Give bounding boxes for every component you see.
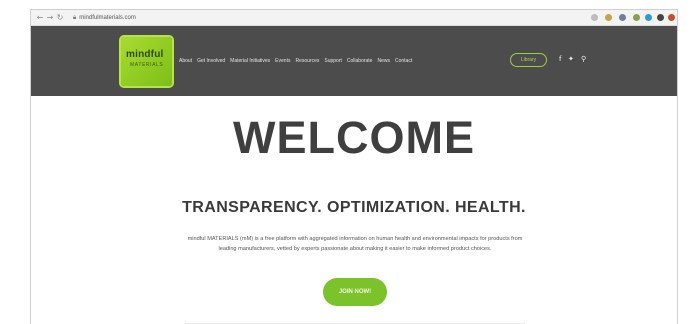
extension-icon[interactable] (657, 14, 664, 21)
browser-window: ← → ↻ 🔒︎ mindfulmaterials.com mindful MA… (30, 9, 678, 324)
join-now-button[interactable]: JOIN NOW! (323, 278, 387, 306)
main-nav: About Get Involved Material Initiatives … (179, 58, 412, 64)
search-icon[interactable]: ⚲ (581, 55, 586, 63)
lock-icon: 🔒︎ (73, 13, 77, 21)
nav-item-support[interactable]: Support (324, 58, 342, 64)
extension-icon[interactable] (619, 14, 626, 21)
site-header: mindful MATERIALS About Get Involved Mat… (31, 26, 677, 96)
logo-text: mindful (126, 49, 164, 60)
welcome-heading: WELCOME (233, 112, 475, 163)
tagline: TRANSPARENCY. OPTIMIZATION. HEALTH. (182, 199, 526, 216)
nav-item-collaborate[interactable]: Collaborate (347, 58, 373, 64)
nav-item-about[interactable]: About (179, 58, 192, 64)
mindful-materials-logo[interactable]: mindful MATERIALS (121, 37, 172, 86)
nav-item-news[interactable]: News (377, 58, 390, 64)
intro-text: mindful MATERIALS (mM) is a free platfor… (187, 236, 523, 252)
nav-item-events[interactable]: Events (275, 58, 290, 64)
extension-icon[interactable] (633, 14, 640, 21)
nav-item-material-initiatives[interactable]: Material Initiatives (230, 58, 270, 64)
twitter-icon[interactable]: ✦ (568, 55, 574, 63)
profile-avatar[interactable] (668, 14, 675, 21)
star-icon[interactable] (591, 14, 598, 21)
nav-item-contact[interactable]: Contact (395, 58, 412, 64)
forward-arrow-icon[interactable]: → (45, 10, 55, 26)
reload-icon[interactable]: ↻ (55, 10, 65, 26)
nav-item-resources[interactable]: Resources (295, 58, 319, 64)
browser-toolbar: ← → ↻ 🔒︎ mindfulmaterials.com (31, 10, 677, 26)
nav-item-get-involved[interactable]: Get Involved (197, 58, 225, 64)
address-bar[interactable]: mindfulmaterials.com (79, 15, 136, 21)
back-arrow-icon[interactable]: ← (35, 10, 45, 26)
facebook-icon[interactable]: f (559, 55, 561, 63)
extension-icon[interactable] (645, 14, 652, 21)
logo-subtext: MATERIALS (130, 62, 164, 68)
library-button[interactable]: Library (510, 53, 547, 67)
extension-icon[interactable] (605, 14, 612, 21)
